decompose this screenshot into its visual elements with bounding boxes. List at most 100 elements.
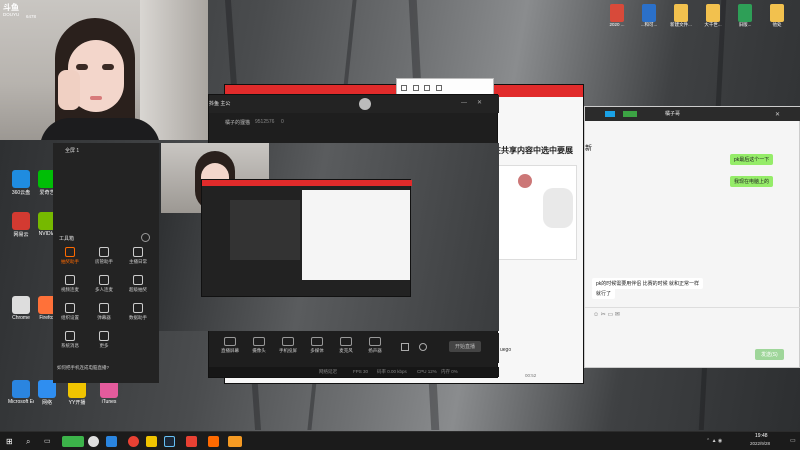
app-icon [12,170,30,188]
live-preview [159,143,499,331]
file-icon [706,4,720,22]
tool-icon [65,331,75,341]
source-label: 摄像头 [252,348,266,353]
status-bar: 网络延迟 FPS 30 码率 0.00 kbps CPU 12% 内存 0% [209,367,499,377]
desktop-file[interactable]: 他处 [762,4,792,28]
task-view-icon[interactable]: ▭ [44,437,51,445]
netease-taskbar-icon[interactable] [128,436,139,447]
emoji-icon[interactable]: ☺ ✂ ▭ ✉ [593,311,620,318]
douyu-taskbar-icon[interactable] [208,436,219,447]
desktop-file[interactable]: 旧版... [730,4,760,28]
status-net: 网络延迟 [319,369,337,374]
source-button[interactable]: 直播屏幕 [219,337,241,354]
preview-thumbnail [543,188,573,228]
desktop-file[interactable]: 2020 ... [602,4,632,27]
wechat-taskbar-icon[interactable] [62,436,84,447]
tool-item[interactable]: 主播日常 [125,247,151,265]
desktop-file-label: 旧版... [738,22,752,27]
start-live-button[interactable]: 开始直播 [449,341,482,352]
tool-label: 弹幕器 [97,315,111,320]
source-button[interactable]: 多媒体 [306,337,328,354]
help-notice[interactable]: 如何把手机连成电脑直播? [57,365,109,371]
desktop-file[interactable]: 新建文件... [666,4,696,28]
source-label: 多媒体 [310,348,324,353]
tool-item[interactable]: 系统消息 [57,331,83,349]
desktop-icon[interactable]: Microsoft Edge [8,380,34,405]
desktop-file[interactable]: ...和可... [634,4,664,28]
zoom-icon[interactable] [424,85,431,91]
tool-item[interactable]: 超级抽奖 [125,275,151,293]
streamer-lips [90,96,102,100]
tool-item[interactable]: 房管助手 [91,247,117,265]
search-icon[interactable]: ⌕ [26,437,30,447]
start-icon[interactable]: ⊞ [6,437,13,446]
settings-icon[interactable] [419,343,427,351]
streamer-hand [58,70,80,110]
source-icon [311,337,323,346]
room-number: 6478 [26,14,37,19]
chat-message: pk最后这个一下 [730,154,774,165]
record-icon[interactable] [401,343,409,351]
desktop-icon[interactable]: 网络 [34,380,60,406]
tool-item[interactable]: 更多 [91,331,117,349]
back-icon[interactable] [401,85,407,91]
source-label: 手机投屏 [279,348,297,353]
notification-icon[interactable]: ▭ [790,437,796,444]
steam-taskbar-icon[interactable] [164,436,175,447]
tool-label: 组织设置 [61,315,79,320]
source-label: 麦克风 [339,348,353,353]
send-button[interactable]: 发送(S) [755,349,784,360]
chat-title: 橘子哥 [665,111,681,117]
source-button[interactable]: 扬声器 [364,337,386,354]
tool-label: 抽奖助手 [61,259,79,264]
tool-item[interactable]: 视频连麦 [57,275,83,293]
avatar[interactable] [359,98,371,110]
browser-footer-tag: uego [500,347,512,353]
forward-icon[interactable] [412,85,419,91]
desktop-file-label: 他处 [772,22,782,27]
share-preview-panel [497,165,577,260]
chrome-taskbar-icon[interactable] [88,436,99,447]
minimize-icon[interactable]: — [461,100,467,106]
tray-icons[interactable]: ⌃ ▲ ◉ [706,438,722,444]
tool-label: 视频连麦 [61,287,79,292]
source-label: 扬声器 [368,348,382,353]
source-button[interactable]: 手机投屏 [277,337,299,354]
yy-taskbar-icon[interactable] [146,436,157,447]
app-icon [12,380,30,398]
douyu-titlebar: 抖鱼 主公 — ✕ [209,95,499,113]
nested-red-bar [202,180,412,186]
file-icon [610,4,624,22]
desktop-file[interactable]: 大千世... [698,4,728,28]
desktop-file-label: 新建文件... [670,22,692,27]
source-button[interactable]: 麦克风 [335,337,357,354]
source-icon [369,337,381,346]
source-icon [282,337,294,346]
desktop-icon[interactable]: 360云盘 [8,170,34,196]
status-bitrate: 码率 0.00 kbps [377,369,407,374]
chat-header-tab: 新 [585,145,592,152]
tool-label: 房管助手 [95,259,113,264]
tool-label: 超级抽奖 [129,287,147,292]
desktop-icon[interactable]: YY开播 [64,380,90,406]
close-icon[interactable]: ✕ [775,111,780,118]
desktop-icon[interactable]: 网易云 [8,212,34,238]
close-icon[interactable] [436,85,443,91]
active-taskbar-icon[interactable] [228,436,242,447]
close-icon[interactable]: ✕ [477,99,482,106]
streamer-eye [102,64,114,70]
source-button[interactable]: 摄像头 [248,337,270,354]
tool-item[interactable]: 抽奖助手 [57,247,83,265]
tool-item[interactable]: 组织设置 [57,303,83,321]
chat-message: 就行了 [592,288,616,299]
desktop-icon-label: iTunes [101,399,117,405]
tool-item[interactable]: 数据助手 [125,303,151,321]
folder-taskbar-icon[interactable] [106,436,117,447]
tool-item[interactable]: 多人连麦 [91,275,117,293]
desktop-icon[interactable]: iTunes [96,380,122,405]
tool-item[interactable]: 弹幕器 [91,303,117,321]
collapse-icon[interactable] [141,233,150,242]
app-taskbar-icon[interactable] [186,436,197,447]
desktop-icon[interactable]: Chrome [8,296,34,321]
tool-icon [133,247,143,257]
